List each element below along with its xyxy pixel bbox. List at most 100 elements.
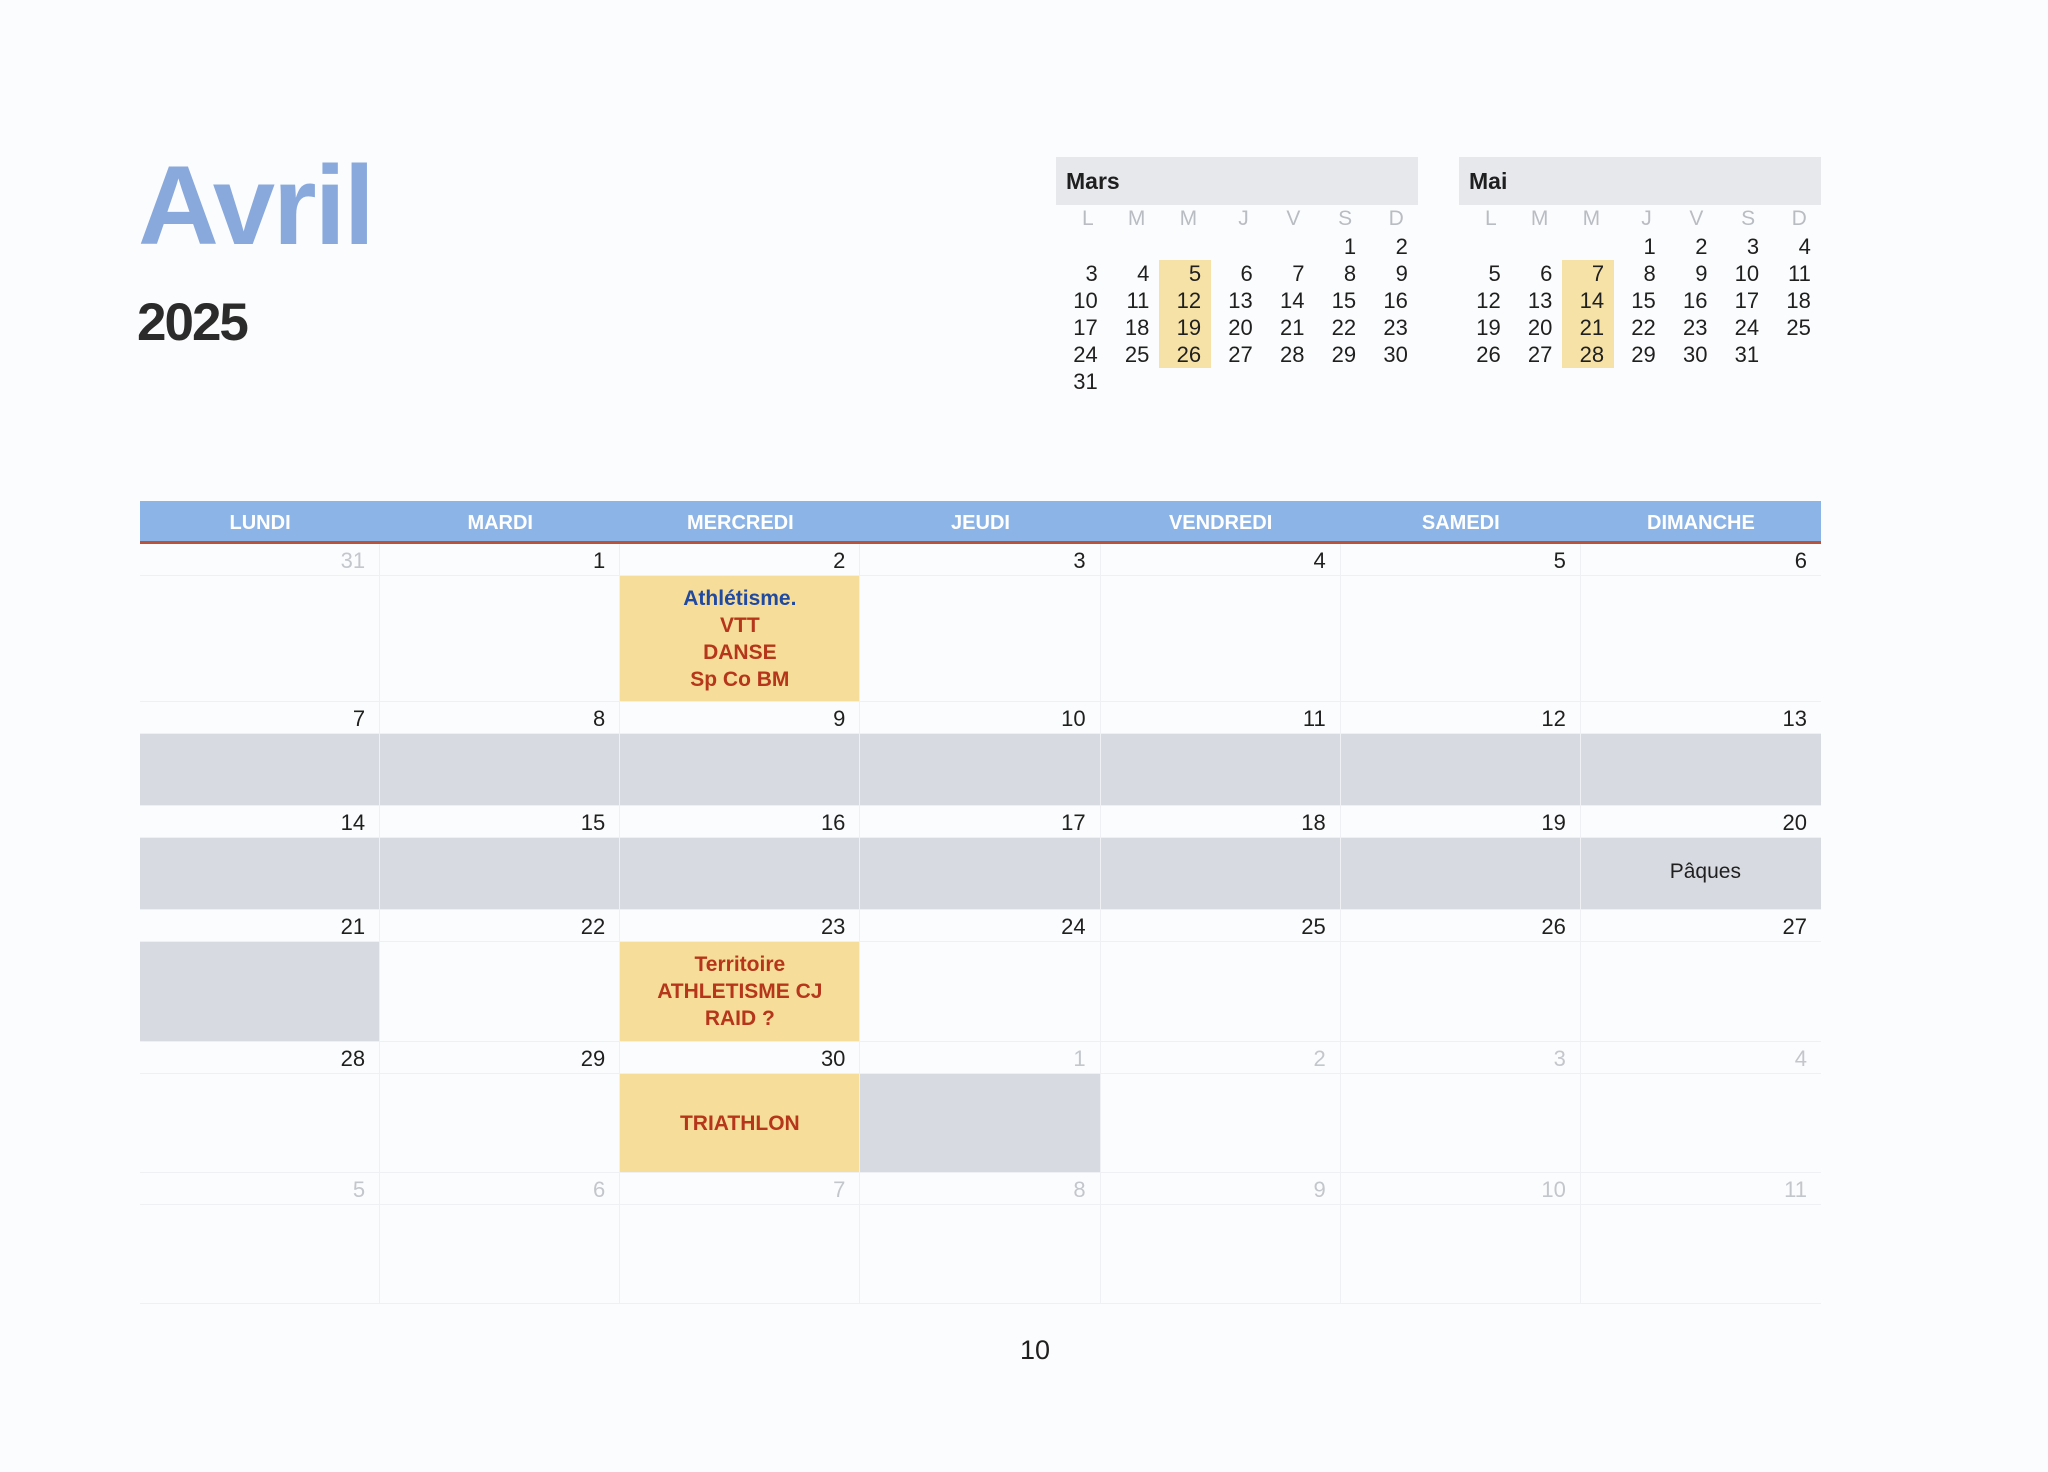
event-block: TRIATHLON — [620, 1074, 859, 1172]
day-cell: 24 — [860, 910, 1101, 1041]
day-number: 11 — [1580, 1173, 1821, 1205]
mini-weekday-row: LMMJVSD — [1459, 205, 1821, 233]
mini-calendar-mars: Mars L M M J V S D 1 2 3 4 5 6 7 8 9 10 11 12 13 14 15 16 17 18 19… — [1056, 157, 1418, 395]
month-calendar: LUNDI MARDI MERCREDI JEUDI VENDREDI SAMEDI DIM… — [140, 501, 1821, 1304]
mini-weekday-label: J — [1641, 207, 1652, 230]
mini-day-highlighted: 28 — [1562, 341, 1615, 368]
holiday-shading — [140, 734, 380, 805]
mini-day-highlighted: 5 — [1159, 260, 1212, 287]
mini-day: 10 — [1073, 288, 1098, 313]
day-body — [1581, 1074, 1821, 1172]
day-cell: 3 — [860, 544, 1101, 701]
mini-day-grid: 1 2 3 4 5 6 7 8 9 10 11 12 13 14 15 16 17 18 19 20 21 22 23 24 2… — [1459, 233, 1821, 368]
mini-day: 14 — [1279, 288, 1305, 313]
day-number: 18 — [1100, 806, 1340, 838]
mini-weekday-label: S — [1338, 207, 1353, 230]
day-number: 10 — [1340, 1173, 1580, 1205]
mini-day: 28 — [1279, 342, 1305, 367]
event-line: VTT — [720, 613, 760, 637]
mini-weekday-label: M — [1127, 207, 1146, 230]
mini-weekday-label: J — [1238, 207, 1249, 230]
day-number: 2 — [1100, 1042, 1340, 1074]
mini-day: 30 — [1383, 342, 1408, 367]
holiday-shading — [860, 734, 1100, 805]
mini-weekday-label: D — [1791, 207, 1807, 230]
day-number: 4 — [1580, 1042, 1821, 1074]
weekday-lundi: LUNDI — [229, 512, 291, 534]
mini-blank-cell — [1056, 233, 1108, 260]
mini-weekday-row: LMMJVSD — [1056, 205, 1418, 233]
day-body — [1581, 1205, 1821, 1303]
day-cell: 10 — [860, 702, 1101, 805]
day-body — [620, 1205, 859, 1303]
day-number: 9 — [1100, 1173, 1340, 1205]
day-number: 2 — [620, 544, 860, 576]
event-line: ATHLETISME CJ — [657, 980, 823, 1003]
mini-day: 16 — [1383, 288, 1408, 313]
week-row: 14 15 16 17 18 19 20 Pâques — [140, 806, 1821, 910]
day-number: 27 — [1580, 910, 1821, 942]
mini-day: 1 — [1643, 234, 1656, 259]
day-number: 28 — [140, 1042, 380, 1074]
mini-weekday-label: M — [1582, 207, 1601, 230]
mini-day: 8 — [1343, 261, 1357, 286]
mini-weekday-label: V — [1286, 207, 1301, 230]
day-body — [140, 576, 379, 701]
mini-day: 29 — [1331, 342, 1357, 367]
day-number: 3 — [1340, 1042, 1580, 1074]
day-cell: 8 — [860, 1173, 1101, 1303]
mini-day: 2 — [1695, 234, 1708, 259]
day-cell: 23 Territoire ATHLETISME CJ RAID ? — [620, 910, 861, 1041]
week-row: 21 22 23 Territoire ATHLETISME CJ RAID ? 24 25 2… — [140, 910, 1821, 1042]
page-number: 10 — [1020, 1335, 1051, 1365]
day-body — [1101, 942, 1340, 1041]
day-cell: 10 — [1340, 1173, 1581, 1303]
day-body — [1581, 576, 1821, 701]
day-number: 7 — [620, 1173, 860, 1205]
mini-day: 11 — [1126, 288, 1150, 313]
day-cell: 7 — [620, 1173, 861, 1303]
mini-day-highlighted: 14 — [1562, 287, 1615, 314]
day-body — [380, 942, 619, 1041]
mini-blank-cell — [1108, 233, 1160, 260]
mini-day-highlighted: 26 — [1159, 341, 1212, 368]
day-number: 9 — [620, 702, 860, 734]
mini-day-highlighted: 7 — [1562, 260, 1615, 287]
mini-day: 21 — [1279, 315, 1305, 340]
event-line: DANSE — [703, 640, 777, 664]
day-number: 24 — [860, 910, 1100, 942]
day-number: 14 — [140, 806, 380, 838]
day-number: 26 — [1340, 910, 1580, 942]
mini-weekday-label: M — [1179, 207, 1198, 230]
day-cell: 21 — [140, 910, 381, 1041]
day-body — [140, 1074, 379, 1172]
day-cell: 19 — [1340, 806, 1581, 909]
mini-day: 4 — [1798, 234, 1811, 259]
day-cell: 15 — [380, 806, 621, 909]
holiday-shading — [1580, 734, 1821, 805]
holiday-shading — [860, 838, 1100, 909]
day-body — [1341, 942, 1580, 1041]
mini-day-grid: 1 2 3 4 5 6 7 8 9 10 11 12 13 14 15 16 17 18 19 20 21 22 23 24 2… — [1056, 233, 1418, 395]
day-number: 11 — [1100, 702, 1340, 734]
event-block: Athlétisme. VTT DANSE Sp Co BM — [620, 576, 859, 701]
mini-blank-cell — [1263, 233, 1315, 260]
day-body — [1101, 1205, 1340, 1303]
day-cell: 1 — [860, 1042, 1101, 1172]
weekday-vendredi: VENDREDI — [1168, 512, 1273, 534]
mini-day: 15 — [1331, 288, 1357, 313]
weekday-mardi: MARDI — [467, 512, 533, 534]
day-number: 4 — [1100, 544, 1340, 576]
event-line: TRIATHLON — [679, 1111, 800, 1135]
mini-weekday-label: M — [1530, 207, 1549, 230]
day-body: TRIATHLON — [620, 1074, 860, 1172]
weekday-samedi: SAMEDI — [1421, 512, 1500, 534]
day-body — [860, 1205, 1099, 1303]
day-cell: 20 Pâques — [1580, 806, 1821, 909]
day-number: 7 — [140, 702, 380, 734]
day-number: 10 — [860, 702, 1100, 734]
day-cell: 8 — [380, 702, 621, 805]
day-number: 17 — [860, 806, 1100, 838]
day-body — [140, 1205, 379, 1303]
mini-day: 20 — [1228, 315, 1253, 340]
